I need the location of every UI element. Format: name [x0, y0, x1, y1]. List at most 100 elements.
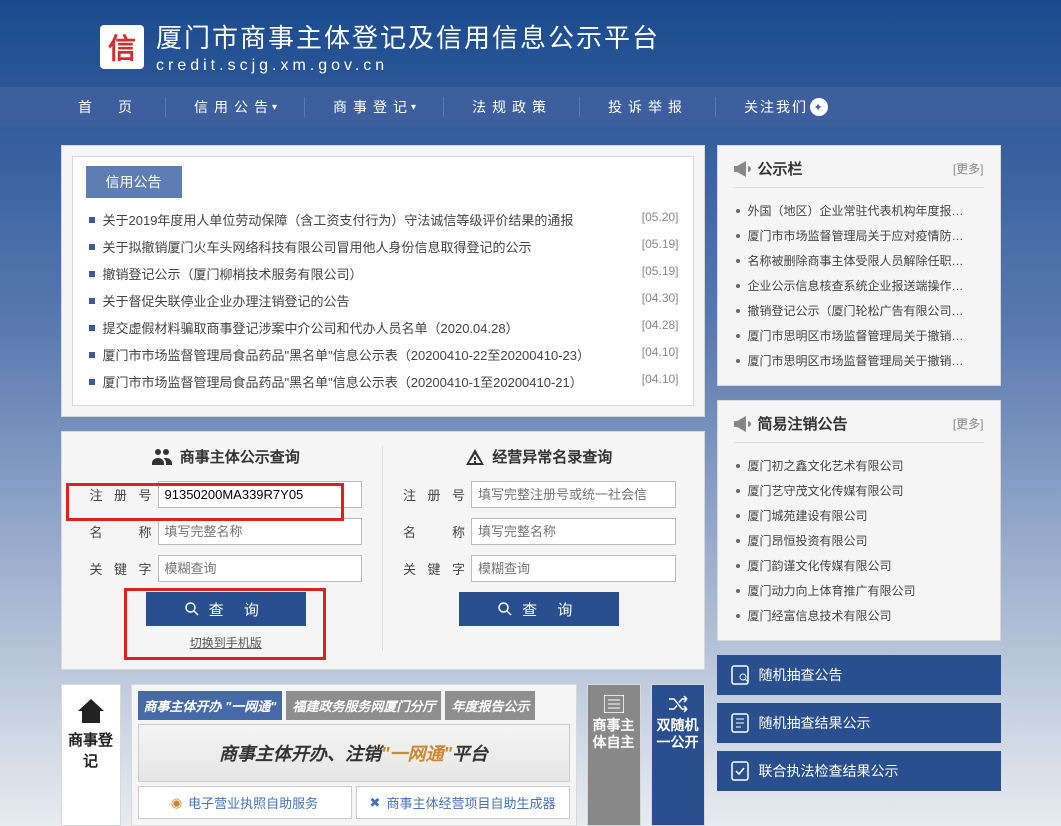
- announcement-date: [05.19]: [642, 264, 679, 283]
- chevron-down-icon: ▾: [411, 102, 416, 113]
- bullet-icon: [89, 298, 95, 304]
- keyword-input[interactable]: [158, 555, 363, 582]
- announcement-item[interactable]: 撤销登记公示（厦门柳梢技术服务有限公司） [05.19]: [87, 260, 679, 287]
- nav-law[interactable]: 法规政策: [444, 87, 580, 127]
- cancel-item[interactable]: 厦门韵谨文化传媒有限公司: [734, 553, 984, 578]
- search-panel: 商事主体公示查询 注 册 号 名 称 关 键 字: [61, 431, 705, 670]
- reg-label: 注 册 号: [90, 485, 152, 504]
- reg-label: 注 册 号: [403, 485, 465, 504]
- nav-follow[interactable]: 关注我们✦: [716, 87, 856, 127]
- bottom-actions-row: 商事登记 商事主体开办 "一网通" 福建政务服务网厦门分厅 年度报告公示 商事主…: [61, 684, 705, 826]
- tab-fujian[interactable]: 福建政务服务网厦门分厅: [286, 691, 441, 720]
- double-random-button[interactable]: 双随机一公开: [651, 684, 705, 826]
- self-service-button[interactable]: 商事主体自主: [587, 684, 641, 826]
- abnormal-search-box: 经营异常名录查询 注 册 号 名 称 关 键 字: [382, 446, 696, 651]
- bulletin-item[interactable]: 厦门市思明区市场监督管理局关于撤销…: [734, 323, 984, 348]
- search-button[interactable]: 查 询: [459, 592, 619, 626]
- cancel-item[interactable]: 厦门城苑建设有限公司: [734, 503, 984, 528]
- random-check-result-button[interactable]: 随机抽查结果公示: [717, 703, 1001, 743]
- wechat-icon: ✦: [810, 98, 828, 116]
- random-check-announce-button[interactable]: 随机抽查公告: [717, 655, 1001, 695]
- bullet-icon: [89, 217, 95, 223]
- panel-title: 简易注销公告: [758, 413, 953, 434]
- tab-ywt[interactable]: 商事主体开办 "一网通": [138, 691, 283, 720]
- elicense-button[interactable]: ◉ 电子营业执照自助服务: [138, 786, 352, 819]
- announcement-date: [04.10]: [642, 345, 679, 364]
- site-logo: 信: [100, 25, 144, 69]
- announcement-date: [04.30]: [642, 291, 679, 310]
- joint-check-result-button[interactable]: 联合执法检查结果公示: [717, 751, 1001, 791]
- entity-search-box: 商事主体公示查询 注 册 号 名 称 关 键 字: [70, 446, 383, 651]
- cancel-item[interactable]: 厦门初之鑫文化艺术有限公司: [734, 453, 984, 478]
- cancel-item[interactable]: 厦门动力向上体育推广有限公司: [734, 578, 984, 603]
- announcement-item[interactable]: 关于2019年度用人单位劳动保障（含工资支付行为）守法诚信等级评价结果的通报 [0…: [87, 206, 679, 233]
- announcement-date: [05.20]: [642, 210, 679, 229]
- chevron-down-icon: ▾: [272, 102, 277, 113]
- announcement-text: 关于督促失联停业企业办理注销登记的公告: [103, 291, 632, 310]
- announcement-text: 关于2019年度用人单位劳动保障（含工资支付行为）守法诚信等级评价结果的通报: [103, 210, 632, 229]
- panel-title: 公示栏: [758, 158, 953, 179]
- generator-button[interactable]: ✖ 商事主体经营项目自助生成器: [356, 786, 570, 819]
- list-icon: [604, 695, 624, 713]
- name-label: 名 称: [90, 522, 152, 541]
- nav-credit[interactable]: 信用公告▾: [166, 87, 305, 127]
- document-icon: [731, 665, 749, 685]
- reg-number-input[interactable]: [471, 481, 676, 508]
- bulletin-item[interactable]: 厦门市市场监督管理局关于应对疫情防…: [734, 223, 984, 248]
- announcement-item[interactable]: 关于拟撤销厦门火车头网络科技有限公司冒用他人身份信息取得登记的公示[05.19]: [87, 233, 679, 260]
- site-header: 信 厦门市商事主体登记及信用信息公示平台 credit.scjg.xm.gov.…: [0, 0, 1061, 87]
- bulletin-item[interactable]: 厦门市思明区市场监督管理局关于撤销…: [734, 348, 984, 373]
- main-nav: 首 页 信用公告▾ 商事登记▾ 法规政策 投诉举报 关注我们✦: [0, 87, 1061, 127]
- ywt-panel: 商事主体开办 "一网通" 福建政务服务网厦门分厅 年度报告公示 商事主体开办、注…: [131, 684, 577, 826]
- bulletin-item[interactable]: 名称被删除商事主体受限人员解除任职…: [734, 248, 984, 273]
- bulletin-item[interactable]: 撤销登记公示（厦门轮松广告有限公司…: [734, 298, 984, 323]
- name-input[interactable]: [158, 518, 363, 545]
- more-link[interactable]: [更多]: [953, 415, 984, 432]
- more-link[interactable]: [更多]: [953, 160, 984, 177]
- announcement-text: 撤销登记公示（厦门柳梢技术服务有限公司）: [103, 264, 632, 283]
- cancel-item[interactable]: 厦门经富信息技术有限公司: [734, 603, 984, 628]
- nav-register[interactable]: 商事登记▾: [305, 87, 444, 127]
- cancel-item[interactable]: 厦门昂恒投资有限公司: [734, 528, 984, 553]
- search-icon: [185, 602, 199, 616]
- announcement-text: 厦门市市场监督管理局食品药品"黑名单"信息公示表（20200410-22至202…: [103, 345, 632, 364]
- name-input[interactable]: [471, 518, 676, 545]
- search-title: 商事主体公示查询: [180, 446, 300, 467]
- nav-home[interactable]: 首 页: [50, 87, 166, 127]
- keyword-input[interactable]: [471, 555, 676, 582]
- home-icon: [78, 699, 104, 723]
- announcement-date: [05.19]: [642, 237, 679, 256]
- announcement-item[interactable]: 厦门市市场监督管理局食品药品"黑名单"信息公示表（20200410-22至202…: [87, 341, 679, 368]
- bullet-icon: [89, 244, 95, 250]
- bulletin-item[interactable]: 企业公示信息核查系统企业报送端操作…: [734, 273, 984, 298]
- panel-title: 信用公告: [86, 166, 182, 198]
- bulletin-list: 外国（地区）企业常驻代表机构年度报…厦门市市场监督管理局关于应对疫情防…名称被删…: [734, 198, 984, 373]
- bulletin-item[interactable]: 外国（地区）企业常驻代表机构年度报…: [734, 198, 984, 223]
- users-icon: [152, 449, 172, 465]
- search-button[interactable]: 查 询: [146, 592, 306, 626]
- credit-announcements-panel: 信用公告 关于2019年度用人单位劳动保障（含工资支付行为）守法诚信等级评价结果…: [61, 145, 705, 417]
- announcement-item[interactable]: 提交虚假材料骗取商事登记涉案中介公司和代办人员名单（2020.04.28）[04…: [87, 314, 679, 341]
- tool-icon: ✖: [370, 795, 381, 811]
- tab-annual[interactable]: 年度报告公示: [445, 691, 535, 720]
- ywt-banner[interactable]: 商事主体开办、注销"一网通"平台: [138, 724, 570, 782]
- bullet-icon: [89, 379, 95, 385]
- bulletin-panel: 公示栏 [更多] 外国（地区）企业常驻代表机构年度报…厦门市市场监督管理局关于应…: [717, 145, 1001, 386]
- nav-complaint[interactable]: 投诉举报: [580, 87, 716, 127]
- logo-icon: 信: [108, 27, 136, 67]
- document-icon: [731, 761, 749, 781]
- switch-mobile-link[interactable]: 切换到手机版: [90, 634, 363, 651]
- announcement-date: [04.28]: [642, 318, 679, 337]
- document-icon: [731, 713, 749, 733]
- warning-icon: [466, 449, 484, 465]
- business-register-button[interactable]: 商事登记: [61, 684, 121, 826]
- announcement-item[interactable]: 厦门市市场监督管理局食品药品"黑名单"信息公示表（20200410-1至2020…: [87, 368, 679, 395]
- reg-number-input[interactable]: [158, 481, 363, 508]
- announcement-item[interactable]: 关于督促失联停业企业办理注销登记的公告 [04.30]: [87, 287, 679, 314]
- bullet-icon: [89, 271, 95, 277]
- shuffle-icon: [668, 695, 688, 713]
- keyword-label: 关 键 字: [403, 559, 465, 578]
- cancel-item[interactable]: 厦门艺守茂文化传媒有限公司: [734, 478, 984, 503]
- site-subtitle: credit.scjg.xm.gov.cn: [156, 57, 660, 75]
- name-label: 名 称: [403, 522, 465, 541]
